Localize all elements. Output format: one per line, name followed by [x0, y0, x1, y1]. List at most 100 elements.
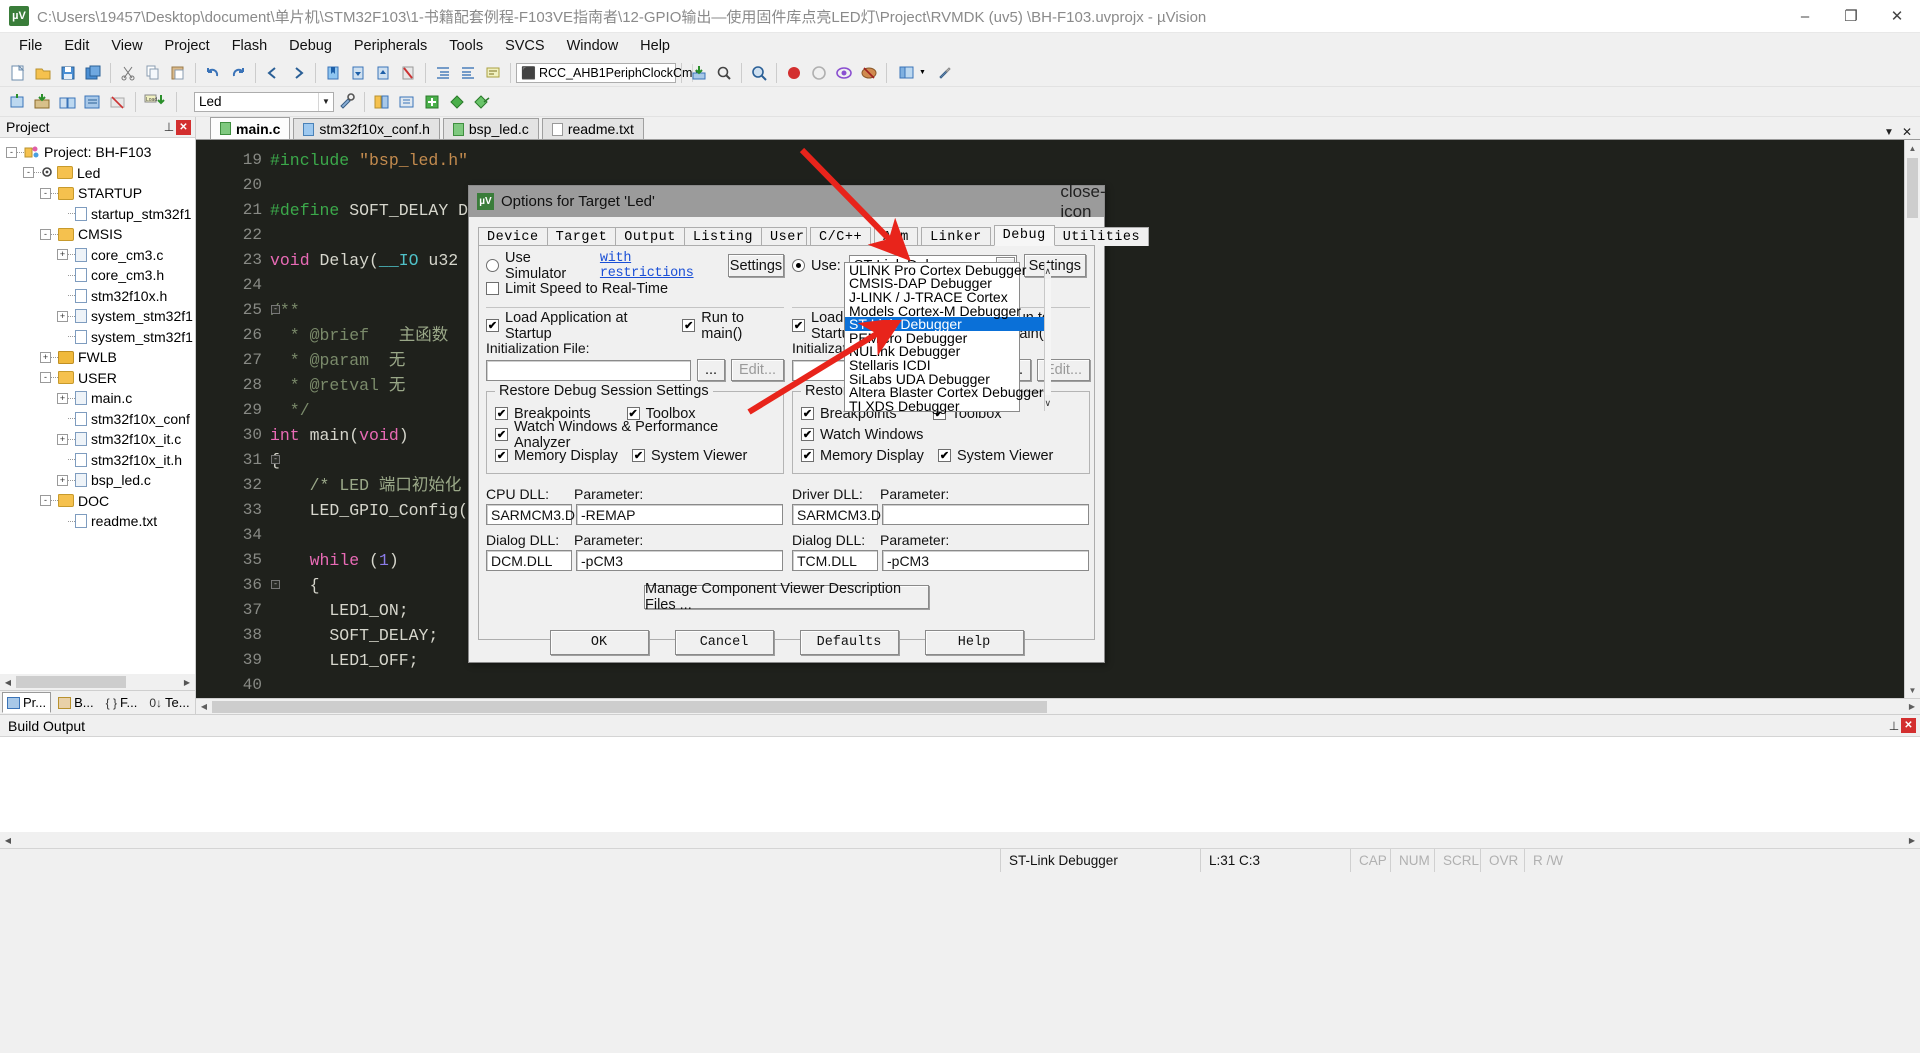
tree-toggle-icon[interactable]: + — [40, 351, 51, 363]
scroll-left-icon[interactable]: ◀ — [196, 702, 212, 711]
editor-hscrollbar[interactable]: ◀ ▶ — [196, 698, 1920, 714]
tree-item[interactable]: + core_cm3.c — [0, 245, 195, 266]
tree-item[interactable]: readme.txt — [0, 511, 195, 532]
menu-view[interactable]: View — [100, 35, 153, 57]
init-file-input-left[interactable] — [486, 359, 691, 381]
tree-item[interactable]: - STARTUP — [0, 183, 195, 204]
dialog-close-button[interactable]: close-icon — [1060, 182, 1105, 221]
system-viewer-checkbox-left[interactable]: ✔ — [631, 449, 645, 462]
tree-item[interactable]: stm32f10x_conf — [0, 409, 195, 430]
rebuild-icon[interactable] — [56, 90, 80, 114]
redo-icon[interactable] — [226, 61, 250, 85]
scroll-right-icon[interactable]: ▶ — [179, 678, 195, 687]
dialog-parameter-input-right[interactable]: -pCM3 — [882, 550, 1089, 571]
tree-toggle-icon[interactable]: - — [40, 187, 51, 199]
navigate-back-icon[interactable] — [261, 61, 285, 85]
paste-icon[interactable] — [166, 61, 190, 85]
tree-item[interactable]: system_stm32f1 — [0, 327, 195, 348]
tab-utilities[interactable]: Utilities — [1053, 227, 1150, 246]
tree-toggle-icon[interactable]: - — [23, 167, 34, 179]
navigate-forward-icon[interactable] — [286, 61, 310, 85]
tree-item[interactable]: stm32f10x_it.h — [0, 450, 195, 471]
build-output-content[interactable] — [0, 737, 1920, 832]
pack-installer-icon[interactable] — [420, 90, 444, 114]
editor-tab-stm32f10x-conf-h[interactable]: stm32f10x_conf.h — [293, 118, 440, 139]
undo-icon[interactable] — [201, 61, 225, 85]
copy-icon[interactable] — [141, 61, 165, 85]
load-app-row-left[interactable]: ✔ Load Application at Startup ✔ Run to m… — [486, 310, 784, 342]
use-debugger-radio[interactable] — [792, 259, 805, 272]
pin-icon[interactable]: ⊥ — [162, 120, 176, 134]
manage-component-viewer-button[interactable]: Manage Component Viewer Description File… — [644, 581, 929, 613]
build-icon[interactable] — [687, 61, 711, 85]
breakpoints-checkbox-right[interactable]: ✔ — [801, 407, 814, 420]
scroll-left-icon[interactable]: ◀ — [0, 678, 16, 687]
kill-breakpoints-icon[interactable] — [857, 61, 881, 85]
tab-list-dropdown-icon[interactable]: ▼ — [1884, 127, 1894, 138]
tab-debug[interactable]: Debug — [993, 225, 1055, 246]
driver-dll-input[interactable]: SARMCM3.DLL — [792, 504, 897, 525]
tab-linker[interactable]: Linker — [921, 227, 991, 246]
manage-run-env-icon[interactable] — [445, 90, 469, 114]
tree-item[interactable]: + main.c — [0, 388, 195, 409]
dropdown-scroll-track[interactable] — [1044, 279, 1052, 395]
defaults-button[interactable]: Defaults — [799, 630, 899, 655]
use-simulator-radio[interactable] — [486, 259, 499, 272]
download-icon[interactable]: Load — [141, 90, 171, 114]
select-software-packs-icon[interactable] — [470, 90, 494, 114]
scroll-down-icon[interactable]: ∨ — [1044, 395, 1052, 411]
limit-speed-row[interactable]: Limit Speed to Real-Time — [486, 277, 784, 300]
breakpoints-checkbox-left[interactable]: ✔ — [495, 407, 508, 420]
with-restrictions-link[interactable]: with restrictions — [600, 251, 712, 281]
bookmark-clear-icon[interactable] — [396, 61, 420, 85]
code-fold-icon[interactable]: - — [271, 580, 280, 589]
dropdown-option[interactable]: TI XDS Debugger — [845, 398, 1044, 414]
dialog-parameter-input-left[interactable]: -pCM3 — [576, 550, 783, 571]
tree-item[interactable]: + FWLB — [0, 347, 195, 368]
code-fold-icon[interactable]: - — [271, 455, 280, 464]
tree-item[interactable]: + bsp_led.c — [0, 470, 195, 491]
dialog-dll-input-right[interactable]: TCM.DLL — [792, 550, 878, 571]
tree-item[interactable]: - USER — [0, 368, 195, 389]
tree-toggle-icon[interactable]: + — [57, 392, 68, 404]
bookmark-prev-icon[interactable] — [346, 61, 370, 85]
watch-windows-checkbox-left[interactable]: ✔ — [495, 428, 508, 441]
sidebar-tab-project[interactable]: Pr... — [2, 692, 52, 713]
browse-init-file-button-left[interactable]: ... — [697, 359, 725, 381]
tree-item[interactable]: startup_stm32f1 — [0, 204, 195, 225]
menu-flash[interactable]: Flash — [221, 35, 278, 57]
batch-build-icon[interactable] — [81, 90, 105, 114]
menu-window[interactable]: Window — [556, 35, 630, 57]
sidebar-tab-books[interactable]: B... — [53, 692, 99, 713]
build-output-hscrollbar[interactable]: ◀ ▶ — [0, 832, 1920, 848]
tree-item[interactable]: - Project: BH-F103 — [0, 142, 195, 163]
scroll-up-icon[interactable]: ▲ — [1905, 140, 1920, 156]
bookmark-toggle-icon[interactable] — [321, 61, 345, 85]
scroll-left-icon[interactable]: ◀ — [0, 836, 16, 845]
tab-user[interactable]: User — [761, 227, 808, 246]
tree-item[interactable]: + stm32f10x_it.c — [0, 429, 195, 450]
tree-toggle-icon[interactable]: + — [57, 474, 68, 486]
tree-toggle-icon[interactable]: + — [57, 249, 68, 261]
tree-item[interactable]: - DOC — [0, 491, 195, 512]
load-application-checkbox[interactable]: ✔ — [486, 319, 499, 332]
tree-toggle-icon[interactable]: - — [6, 146, 17, 158]
stop-build-icon[interactable] — [106, 90, 130, 114]
save-icon[interactable] — [56, 61, 80, 85]
find-in-files-icon[interactable] — [712, 61, 736, 85]
tab-listing[interactable]: Listing — [683, 227, 763, 246]
save-all-icon[interactable] — [81, 61, 105, 85]
tree-toggle-icon[interactable]: - — [40, 372, 51, 384]
tab-device[interactable]: Device — [478, 227, 548, 246]
manage-project-items-icon[interactable] — [370, 90, 394, 114]
outdent-icon[interactable] — [456, 61, 480, 85]
start-debug-icon[interactable] — [782, 61, 806, 85]
menu-file[interactable]: File — [8, 35, 53, 57]
target-options-icon[interactable] — [335, 90, 359, 114]
tree-item[interactable]: - CMSIS — [0, 224, 195, 245]
close-icon[interactable]: ✕ — [176, 119, 191, 135]
menu-help[interactable]: Help — [629, 35, 681, 57]
vscroll-thumb[interactable] — [1907, 158, 1918, 218]
tree-toggle-icon[interactable]: - — [40, 495, 51, 507]
open-file-icon[interactable] — [31, 61, 55, 85]
